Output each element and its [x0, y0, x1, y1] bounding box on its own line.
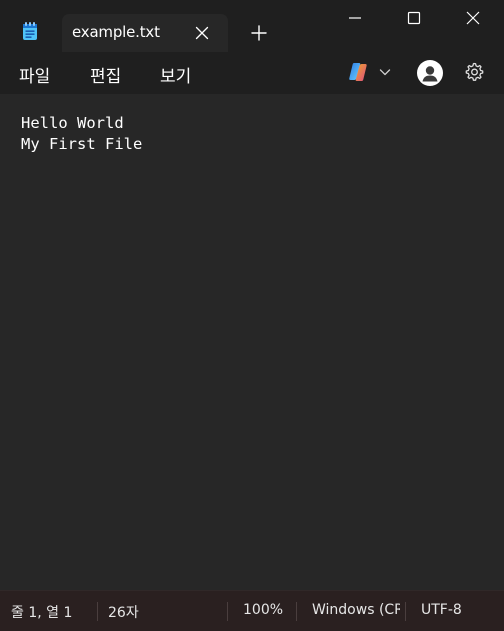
account-icon[interactable] [417, 60, 443, 86]
maximize-icon[interactable] [405, 9, 423, 27]
zoom-level[interactable]: 100% [243, 602, 283, 618]
menu-file[interactable]: 파일 [19, 62, 50, 87]
status-divider [97, 602, 98, 621]
menu-edit[interactable]: 편집 [90, 62, 121, 87]
title-bar: example.txt [0, 0, 504, 52]
notepad-icon [20, 21, 40, 41]
plus-icon[interactable] [250, 24, 268, 42]
cursor-position: 줄 1, 열 1 [11, 605, 73, 621]
close-icon[interactable] [193, 24, 211, 42]
character-count: 26자 [108, 605, 139, 621]
chevron-down-icon[interactable] [378, 65, 392, 79]
gear-icon[interactable] [463, 61, 485, 83]
editor-line: My First File [21, 135, 143, 153]
menu-view[interactable]: 보기 [160, 62, 191, 87]
tab-title: example.txt [72, 23, 160, 41]
line-ending[interactable]: Windows (CRLF) [312, 602, 400, 618]
encoding[interactable]: UTF-8 [421, 602, 462, 618]
status-divider [405, 602, 406, 621]
status-bar: 줄 1, 열 1 26자 100% Windows (CRLF) UTF-8 [0, 590, 504, 631]
editor-line: Hello World [21, 114, 124, 132]
notepad-window: example.txt 파일 편집 보기 Hello World My Firs… [0, 0, 504, 631]
status-divider [227, 602, 228, 621]
close-window-icon[interactable] [464, 9, 482, 27]
tab-example-txt[interactable]: example.txt [62, 14, 228, 52]
copilot-icon[interactable] [347, 61, 369, 83]
text-editor[interactable]: Hello World My First File [0, 94, 504, 590]
status-divider [296, 602, 297, 621]
minimize-icon[interactable] [346, 9, 364, 27]
menu-bar: 파일 편집 보기 [0, 52, 504, 94]
